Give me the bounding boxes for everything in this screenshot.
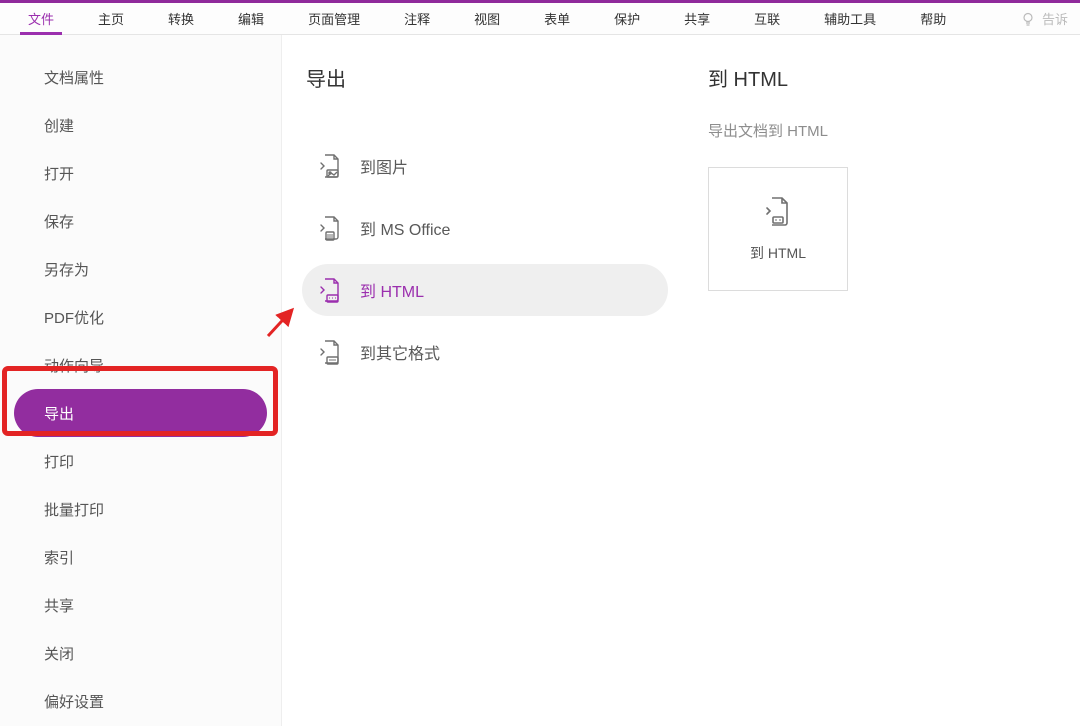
export-option-1[interactable]: 到 MS Office — [302, 202, 668, 254]
other-file-icon — [316, 338, 344, 366]
export-options-list: 到图片到 MS Office 到 HTML 到其它格式 — [302, 140, 688, 378]
sidebar-item-label: 另存为 — [44, 259, 89, 280]
menu-item-10[interactable]: 互联 — [732, 3, 802, 35]
sidebar-item-11[interactable]: 共享 — [14, 581, 267, 629]
sidebar-item-label: 创建 — [44, 115, 74, 136]
sidebar-item-label: 批量打印 — [44, 499, 104, 520]
export-detail-title: 到 HTML — [708, 63, 1080, 92]
export-option-label: 到 MS Office — [360, 216, 450, 240]
menu-item-5[interactable]: 注释 — [382, 3, 452, 35]
sidebar-item-label: 共享 — [44, 595, 74, 616]
menu-item-7[interactable]: 表单 — [522, 3, 592, 35]
export-option-label: 到 HTML — [360, 278, 424, 302]
lightbulb-icon — [1020, 11, 1036, 27]
export-to-html-card[interactable]: 到 HTML — [708, 167, 848, 291]
export-detail-panel: 到 HTML 导出文档到 HTML 到 HTML — [688, 35, 1080, 726]
export-option-3[interactable]: 到其它格式 — [302, 326, 668, 378]
sidebar-item-label: 打开 — [44, 163, 74, 184]
html-file-icon — [316, 276, 344, 304]
sidebar-item-1[interactable]: 创建 — [14, 101, 267, 149]
menu-item-11[interactable]: 辅助工具 — [802, 3, 898, 35]
menu-item-8[interactable]: 保护 — [592, 3, 662, 35]
export-detail-description: 导出文档到 HTML — [708, 120, 1080, 141]
export-option-2[interactable]: 到 HTML — [302, 264, 668, 316]
sidebar-item-12[interactable]: 关闭 — [14, 629, 267, 677]
export-option-label: 到图片 — [360, 154, 408, 178]
menubar: 文件主页转换编辑页面管理注释视图表单保护共享互联辅助工具帮助 告诉 — [0, 3, 1080, 35]
sidebar-item-7[interactable]: 导出 — [14, 389, 267, 437]
file-sidebar: 文档属性创建打开保存另存为 PDF优化动作向导导出打印批量打印索引共享关闭偏好设置 — [0, 35, 282, 726]
sidebar-item-label: 偏好设置 — [44, 691, 104, 712]
export-option-0[interactable]: 到图片 — [302, 140, 668, 192]
sidebar-item-label: 保存 — [44, 211, 74, 232]
sidebar-item-10[interactable]: 索引 — [14, 533, 267, 581]
menu-item-6[interactable]: 视图 — [452, 3, 522, 35]
sidebar-item-label: 导出 — [44, 403, 74, 424]
sidebar-item-label: 打印 — [44, 451, 74, 472]
export-panel-title: 导出 — [302, 63, 688, 92]
sidebar-item-5[interactable]: PDF优化 — [14, 293, 267, 341]
sidebar-item-0[interactable]: 文档属性 — [14, 53, 267, 101]
menu-item-2[interactable]: 转换 — [146, 3, 216, 35]
tell-me-search[interactable]: 告诉 — [1020, 9, 1074, 28]
menu-item-3[interactable]: 编辑 — [216, 3, 286, 35]
sidebar-item-9[interactable]: 批量打印 — [14, 485, 267, 533]
menu-item-0[interactable]: 文件 — [6, 3, 76, 35]
sidebar-item-8[interactable]: 打印 — [14, 437, 267, 485]
image-file-icon — [316, 152, 344, 180]
menu-item-9[interactable]: 共享 — [662, 3, 732, 35]
menu-item-1[interactable]: 主页 — [76, 3, 146, 35]
tell-me-text: 告诉 — [1042, 9, 1068, 28]
menu-item-4[interactable]: 页面管理 — [286, 3, 382, 35]
office-file-icon — [316, 214, 344, 242]
sidebar-item-2[interactable]: 打开 — [14, 149, 267, 197]
export-card-label: 到 HTML — [750, 243, 806, 263]
sidebar-item-6[interactable]: 动作向导 — [14, 341, 267, 389]
sidebar-item-label: 文档属性 — [44, 67, 104, 88]
sidebar-item-label: 索引 — [44, 547, 74, 568]
menu-item-12[interactable]: 帮助 — [898, 3, 968, 35]
export-option-label: 到其它格式 — [360, 340, 440, 364]
sidebar-item-3[interactable]: 保存 — [14, 197, 267, 245]
html-file-icon — [761, 195, 795, 229]
main-area: 文档属性创建打开保存另存为PDF优化动作向导导出打印批量打印索引共享关闭偏好设置… — [0, 35, 1080, 726]
sidebar-item-label: 关闭 — [44, 643, 74, 664]
sidebar-item-label: PDF优化 — [44, 307, 104, 328]
sidebar-item-label: 动作向导 — [44, 355, 104, 376]
export-panel: 导出 到图片到 MS Office 到 HTML 到其它格式 — [282, 35, 688, 726]
sidebar-item-4[interactable]: 另存为 — [14, 245, 267, 293]
sidebar-item-13[interactable]: 偏好设置 — [14, 677, 267, 725]
